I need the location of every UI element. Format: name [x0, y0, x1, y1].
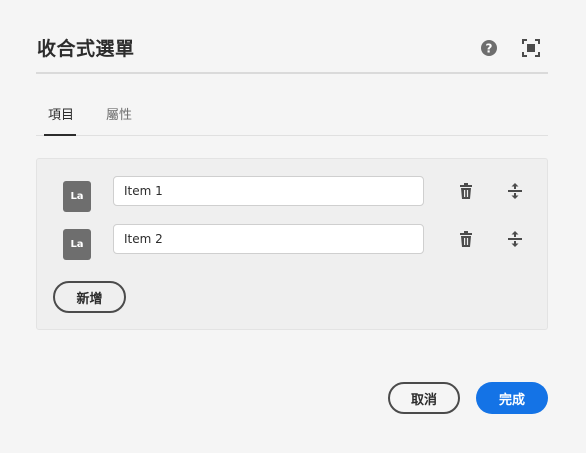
move-icon[interactable]	[506, 182, 524, 200]
item-type-badge: La	[63, 229, 91, 260]
dialog-title: 收合式選單	[37, 38, 135, 60]
selected-tab-indicator	[44, 134, 76, 136]
svg-text:?: ?	[486, 42, 493, 56]
tab-items[interactable]: 項目	[48, 104, 74, 123]
tab-properties[interactable]: 屬性	[106, 104, 132, 123]
trash-icon[interactable]	[457, 230, 475, 248]
move-icon[interactable]	[506, 230, 524, 248]
collapsible-menu-dialog: 收合式選單 ? 項目 屬性 La Item 1 La Item 2 新增 取消 …	[0, 0, 586, 453]
cancel-button[interactable]: 取消	[388, 382, 460, 414]
item-title-input[interactable]	[113, 176, 424, 206]
item-type-badge: La	[63, 181, 91, 212]
item-title-input[interactable]	[113, 224, 424, 254]
trash-icon[interactable]	[457, 182, 475, 200]
help-icon[interactable]: ?	[478, 37, 500, 59]
items-panel: La La	[36, 158, 548, 330]
done-button[interactable]: 完成	[476, 382, 548, 414]
add-item-button[interactable]: 新增	[53, 281, 126, 313]
tab-divider	[36, 135, 548, 136]
list-item: La	[37, 224, 547, 260]
list-item: La	[37, 176, 547, 212]
fullscreen-icon[interactable]	[520, 37, 542, 59]
header-divider	[36, 72, 548, 74]
